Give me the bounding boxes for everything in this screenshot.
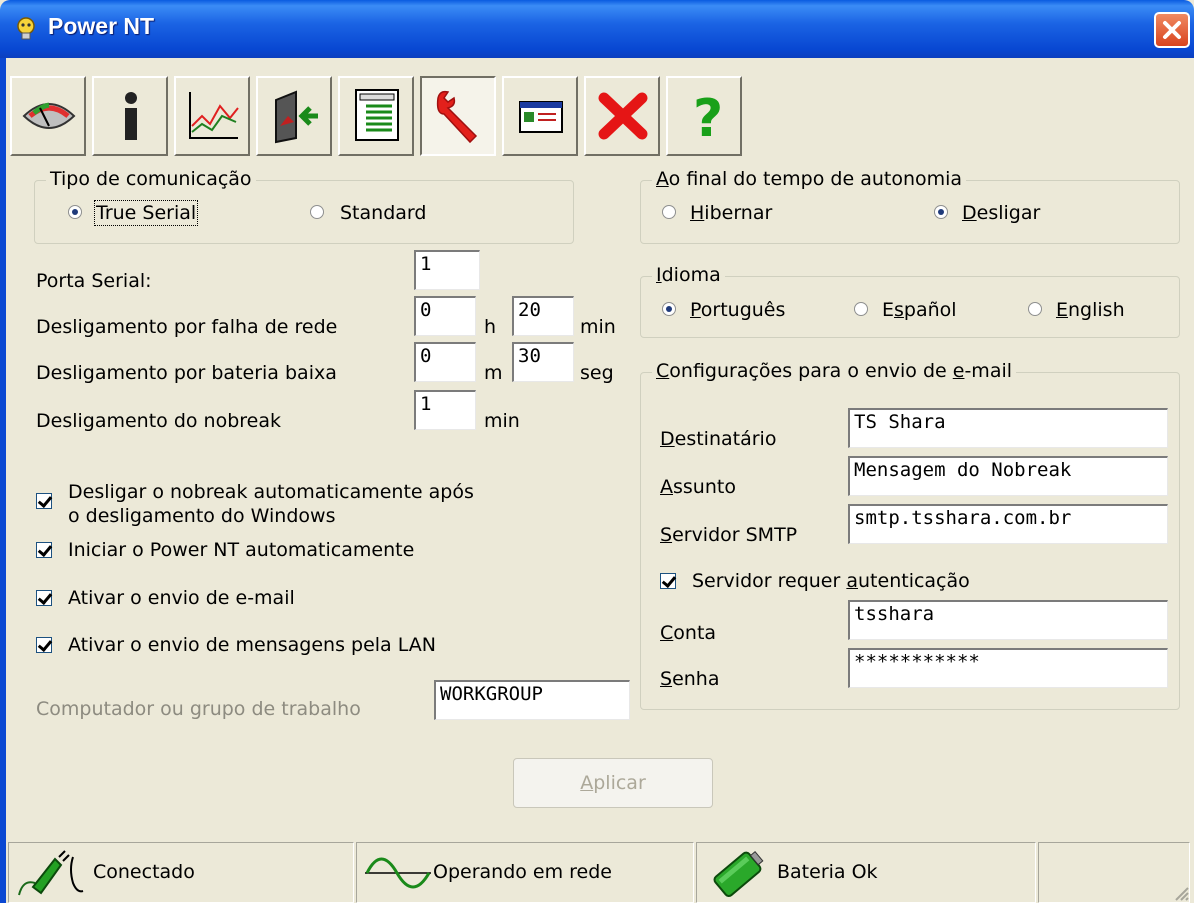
workgroup-field[interactable]: WORKGROUP xyxy=(434,680,630,720)
ups-off-minutes-unit: min xyxy=(484,410,520,432)
ups-off-minutes-field[interactable]: 1 xyxy=(414,390,476,430)
power-fail-label: Desligamento por falha de rede xyxy=(36,316,338,338)
document-icon xyxy=(355,89,399,141)
title-bar[interactable]: Power NT xyxy=(0,0,1194,58)
toolbar-button-info[interactable] xyxy=(92,76,168,156)
radio-standard-label[interactable]: Standard xyxy=(340,202,426,224)
radio-shutdown-label[interactable]: Desligar xyxy=(962,202,1040,224)
power-fail-minutes-field[interactable]: 20 xyxy=(512,296,574,336)
toolbar-button-monitor[interactable] xyxy=(10,76,86,156)
window-close-button[interactable] xyxy=(1154,12,1190,48)
toolbar-button-settings[interactable] xyxy=(420,76,496,156)
low-battery-seconds-field[interactable]: 30 xyxy=(512,342,574,382)
close-icon xyxy=(1163,21,1181,39)
radio-hibernate-label[interactable]: Hibernar xyxy=(690,202,772,224)
resize-grip-icon[interactable] xyxy=(1173,885,1189,901)
subject-field[interactable]: Mensagem do Nobreak xyxy=(848,456,1168,496)
smtp-auth-checkbox[interactable] xyxy=(660,573,676,589)
email-enable-checkbox[interactable] xyxy=(36,590,52,606)
smtp-server-field[interactable]: smtp.tsshara.com.br xyxy=(848,504,1168,544)
auto-off-label-line1[interactable]: Desligar o nobreak automaticamente após xyxy=(68,481,474,503)
power-fail-hours-unit: h xyxy=(484,316,497,338)
ups-off-label: Desligamento do nobreak xyxy=(36,410,282,432)
status-power-text: Operando em rede xyxy=(433,861,612,883)
status-connection: Conectado xyxy=(8,842,354,903)
battery-icon xyxy=(713,850,764,897)
sine-wave-icon xyxy=(365,857,431,889)
radio-spanish[interactable] xyxy=(854,302,868,316)
toolbar-button-exit[interactable] xyxy=(256,76,332,156)
window-form-icon xyxy=(519,101,563,133)
close-red-icon xyxy=(598,92,648,140)
password-field[interactable]: *********** xyxy=(848,648,1168,688)
apply-button[interactable]: Aplicar xyxy=(513,758,713,808)
toolbar-button-log[interactable] xyxy=(338,76,414,156)
radio-standard[interactable] xyxy=(310,205,324,219)
auto-off-checkbox[interactable] xyxy=(36,493,52,509)
start-auto-checkbox[interactable] xyxy=(36,542,52,558)
account-label: Conta xyxy=(660,622,717,644)
radio-portuguese[interactable] xyxy=(662,302,676,316)
smtp-auth-label[interactable]: Servidor requer autenticação xyxy=(692,570,970,592)
low-battery-label: Desligamento por bateria baixa xyxy=(36,362,337,384)
status-empty xyxy=(1038,842,1190,903)
radio-true-serial[interactable] xyxy=(68,205,82,219)
serial-port-field[interactable]: 1 xyxy=(414,250,480,290)
toolbar-button-close[interactable] xyxy=(584,76,660,156)
plug-icon xyxy=(18,850,84,896)
power-fail-minutes-unit: min xyxy=(580,316,616,338)
help-icon: ? xyxy=(693,89,723,144)
toolbar-button-window[interactable] xyxy=(502,76,578,156)
svg-text:?: ? xyxy=(693,89,723,144)
radio-english-label[interactable]: English xyxy=(1056,299,1125,321)
chart-icon xyxy=(189,92,239,139)
autonomy-legend: Ao final do tempo de autonomia xyxy=(652,168,967,190)
power-fail-hours-field[interactable]: 0 xyxy=(414,296,476,336)
radio-spanish-label[interactable]: Español xyxy=(882,299,957,321)
radio-true-serial-label[interactable]: True Serial xyxy=(93,200,199,226)
window-title: Power NT xyxy=(48,13,155,39)
password-label: Senha xyxy=(660,668,720,690)
email-enable-label[interactable]: Ativar o envio de e-mail xyxy=(68,587,295,609)
gauge-icon xyxy=(22,102,76,129)
auto-off-label-line2[interactable]: o desligamento do Windows xyxy=(68,505,335,527)
status-power: Operando em rede xyxy=(356,842,694,903)
status-battery-text: Bateria Ok xyxy=(777,861,878,883)
toolbar-button-help[interactable]: ? xyxy=(666,76,742,156)
radio-english[interactable] xyxy=(1028,302,1042,316)
radio-portuguese-label[interactable]: Português xyxy=(690,299,785,321)
power-nt-window: Power NT ? Tipo de comunicação True Seri… xyxy=(0,0,1194,903)
status-connection-text: Conectado xyxy=(93,861,195,883)
status-battery: Bateria Ok xyxy=(696,842,1036,903)
smtp-server-label: Servidor SMTP xyxy=(660,524,798,546)
lan-enable-checkbox[interactable] xyxy=(36,637,52,653)
toolbar-button-chart[interactable] xyxy=(174,76,250,156)
comm-type-legend: Tipo de comunicação xyxy=(46,168,256,190)
low-battery-minutes-unit: m xyxy=(484,362,503,384)
language-legend: Idioma xyxy=(652,264,725,286)
workgroup-label: Computador ou grupo de trabalho xyxy=(36,698,361,720)
subject-label: Assunto xyxy=(660,476,736,498)
account-field[interactable]: tsshara xyxy=(848,600,1168,640)
app-icon xyxy=(17,17,35,40)
info-icon xyxy=(125,92,137,140)
exit-door-icon xyxy=(275,90,318,144)
low-battery-minutes-field[interactable]: 0 xyxy=(414,342,476,382)
radio-hibernate[interactable] xyxy=(662,205,676,219)
low-battery-seconds-unit: seg xyxy=(580,362,614,384)
recipient-field[interactable]: TS Shara xyxy=(848,408,1168,448)
recipient-label: Destinatário xyxy=(660,428,777,450)
email-config-legend: Configurações para o envio de e-mail xyxy=(652,360,1017,382)
serial-port-label: Porta Serial: xyxy=(36,270,152,292)
lan-enable-label[interactable]: Ativar o envio de mensagens pela LAN xyxy=(68,634,436,656)
start-auto-label[interactable]: Iniciar o Power NT automaticamente xyxy=(68,539,414,561)
wrench-icon xyxy=(436,90,478,144)
radio-shutdown[interactable] xyxy=(934,205,948,219)
